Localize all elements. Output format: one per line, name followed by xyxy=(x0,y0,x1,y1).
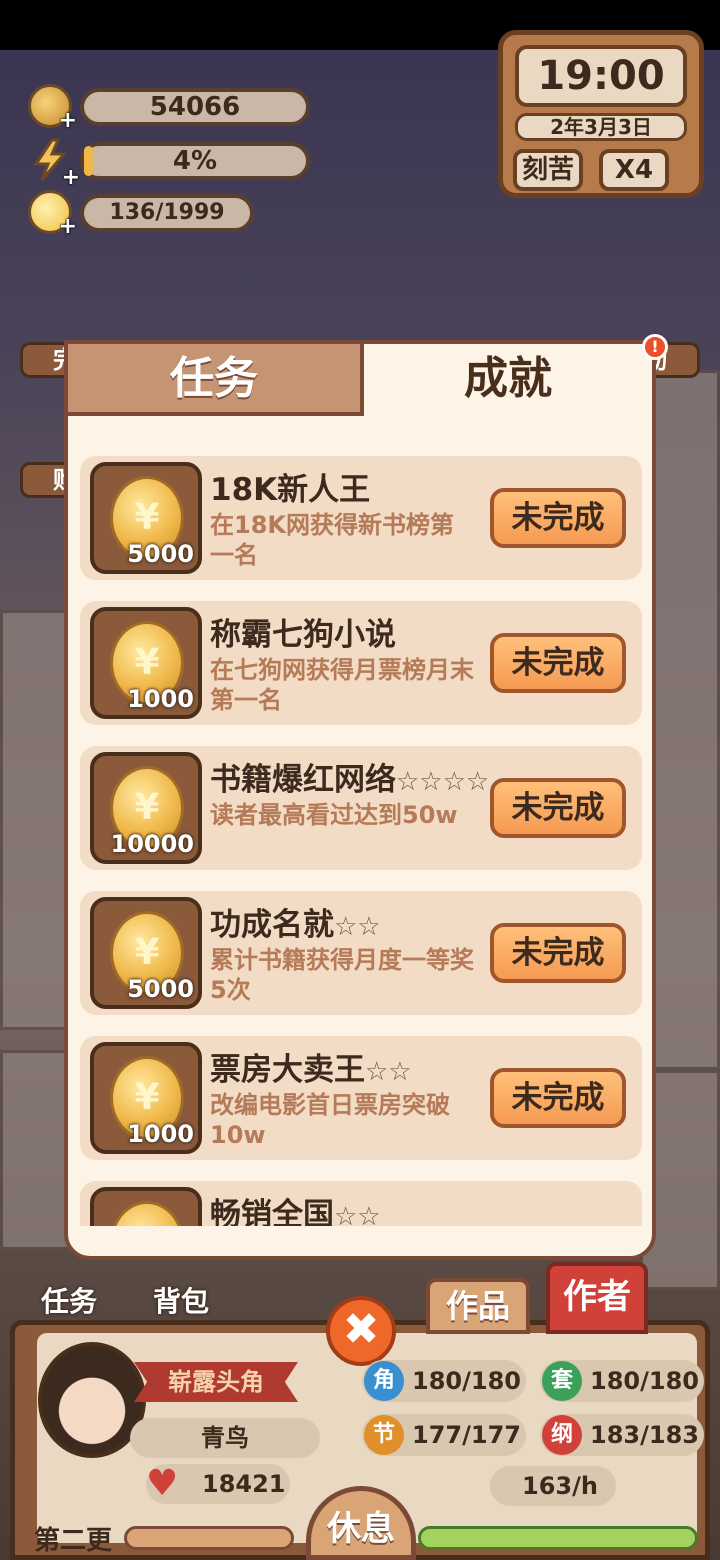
stat-outline-value: 183/183 xyxy=(590,1421,699,1449)
bag-nav-button[interactable]: 背包 xyxy=(136,1220,226,1320)
stat-outline: 纲 183/183 xyxy=(540,1414,704,1456)
tab-tasks[interactable]: 任务 xyxy=(64,340,364,416)
coin-icon: + xyxy=(28,84,77,133)
speed-button[interactable]: X4 xyxy=(599,149,669,191)
status-button[interactable]: 未完成 xyxy=(490,488,626,548)
writing-rate: 163/h xyxy=(490,1466,616,1506)
achievement-title: 畅销全国 xyxy=(210,1197,334,1226)
stat-role-value: 180/180 xyxy=(412,1367,521,1395)
achievement-title: 称霸七狗小说 xyxy=(210,617,396,653)
status-button[interactable]: 未完成 xyxy=(490,633,626,693)
coins-bar: 54066 xyxy=(80,88,310,126)
stat-routine-value: 180/180 xyxy=(590,1367,699,1395)
achievement-title-row: 书籍爆红网络☆☆☆☆ xyxy=(210,754,489,799)
achievement-description: 在18K网获得新书榜第一名 xyxy=(210,511,454,569)
tasks-nav-label: 任务 xyxy=(40,1285,97,1318)
list-item: 1000票房大卖王☆☆改编电影首日票房突破10w未完成 xyxy=(80,1036,642,1160)
achievement-title: 票房大卖王 xyxy=(210,1052,365,1088)
coins-resource[interactable]: + 54066 xyxy=(28,84,310,133)
reward-amount: 5000 xyxy=(127,540,194,568)
stat-role: 角 180/180 xyxy=(362,1360,526,1402)
game-clock: 19:00 2年3月3日 刻苦 X4 xyxy=(498,30,704,198)
tab-works[interactable]: 作品 xyxy=(426,1278,530,1334)
achievement-title-row: 称霸七狗小说 xyxy=(210,609,396,654)
achievement-description: 读者最高看过达到50w xyxy=(210,801,458,829)
work-mode-button[interactable]: 刻苦 xyxy=(513,149,583,191)
achievement-description: 在七狗网获得月票榜月末第一名 xyxy=(210,656,474,714)
bag-nav-label: 背包 xyxy=(152,1285,209,1318)
achievement-title: 功成名就 xyxy=(210,907,334,943)
achievement-description: 改编电影首日票房突破10w xyxy=(210,1091,450,1149)
chapter-label: 第二更 xyxy=(34,1526,113,1556)
star-icon: ☆☆ xyxy=(334,912,381,942)
list-item: 5000 18K新人王在18K网获得新书榜第一名未完成 xyxy=(80,456,642,580)
coins-value: 54066 xyxy=(149,92,241,122)
tab-achievements[interactable]: 成就 xyxy=(364,340,656,416)
inspiration-bar: 136/1999 xyxy=(80,194,254,232)
writing-progress-bar xyxy=(418,1526,698,1550)
reward-box: 10000 xyxy=(90,752,202,864)
energy-resource[interactable]: + 4% xyxy=(28,138,310,190)
clock-date: 2年3月3日 xyxy=(515,113,687,141)
list-item: 10000书籍爆红网络☆☆☆☆读者最高看过达到50w未完成 xyxy=(80,746,642,870)
achievement-list[interactable]: 500018K新人王在18K网获得新书榜第一名未完成1000称霸七狗小说在七狗网… xyxy=(80,456,644,1226)
achievement-title: 书籍爆红网络 xyxy=(210,762,396,798)
stat-pace-value: 177/177 xyxy=(412,1421,521,1449)
stat-pace-icon: 节 xyxy=(364,1415,404,1455)
achievement-description: 累计书籍获得月度一等奖5次 xyxy=(210,946,474,1004)
star-icon: ☆☆ xyxy=(334,1202,381,1226)
reward-box: 1000 xyxy=(90,607,202,719)
stat-routine-icon: 套 xyxy=(542,1361,582,1401)
tasks-nav-button[interactable]: 任务 xyxy=(24,1220,114,1320)
achievement-title-row: 畅销全国☆☆ xyxy=(210,1189,381,1226)
close-icon[interactable]: ✖ xyxy=(326,1296,396,1366)
reward-amount: 1000 xyxy=(127,1120,194,1148)
achievement-title-row: 18K新人王 xyxy=(210,464,370,509)
stat-outline-icon: 纲 xyxy=(542,1415,582,1455)
player-name: 青鸟 xyxy=(130,1418,320,1458)
reward-box: 5000 xyxy=(90,462,202,574)
status-button[interactable]: 未完成 xyxy=(490,1068,626,1128)
inspiration-value: 136/1999 xyxy=(109,200,225,225)
tab-author[interactable]: 作者 xyxy=(546,1262,648,1334)
clock-time: 19:00 xyxy=(515,45,687,107)
star-icon: ☆☆ xyxy=(365,1057,412,1087)
chapter-progress-bar xyxy=(124,1526,294,1550)
reward-amount: 1000 xyxy=(127,685,194,713)
energy-bar: 4% xyxy=(80,142,310,180)
list-item: 5000功成名就☆☆累计书籍获得月度一等奖5次未完成 xyxy=(80,891,642,1015)
heart-icon: ♥ xyxy=(146,1463,179,1504)
reward-box: 5000 xyxy=(90,897,202,1009)
energy-value: 4% xyxy=(172,146,218,176)
reward-amount: 10000 xyxy=(110,830,195,858)
status-button[interactable]: 未完成 xyxy=(490,778,626,838)
stat-pace: 节 177/177 xyxy=(362,1414,526,1456)
achievement-title-row: 票房大卖王☆☆ xyxy=(210,1044,412,1089)
rank-badge: 崭露头角 xyxy=(134,1362,298,1402)
lightbulb-icon: + xyxy=(28,190,77,239)
inspiration-resource[interactable]: + 136/1999 xyxy=(28,190,288,239)
status-button[interactable]: 未完成 xyxy=(490,923,626,983)
stat-routine: 套 180/180 xyxy=(540,1360,704,1402)
achievements-panel: 任务 成就 ! 500018K新人王在18K网获得新书榜第一名未完成1000称霸… xyxy=(64,334,668,1260)
list-item: 1000 称霸七狗小说在七狗网获得月票榜月末第一名未完成 xyxy=(80,601,642,725)
achievement-title-row: 功成名就☆☆ xyxy=(210,899,381,944)
stat-role-icon: 角 xyxy=(364,1361,404,1401)
reward-box: 1000 xyxy=(90,1042,202,1154)
star-icon: ☆☆☆☆ xyxy=(396,767,490,797)
lightning-icon: + xyxy=(28,138,80,190)
achievement-title: 18K新人王 xyxy=(210,472,371,508)
alert-badge: ! xyxy=(642,334,668,360)
reward-amount: 5000 xyxy=(127,975,194,1003)
